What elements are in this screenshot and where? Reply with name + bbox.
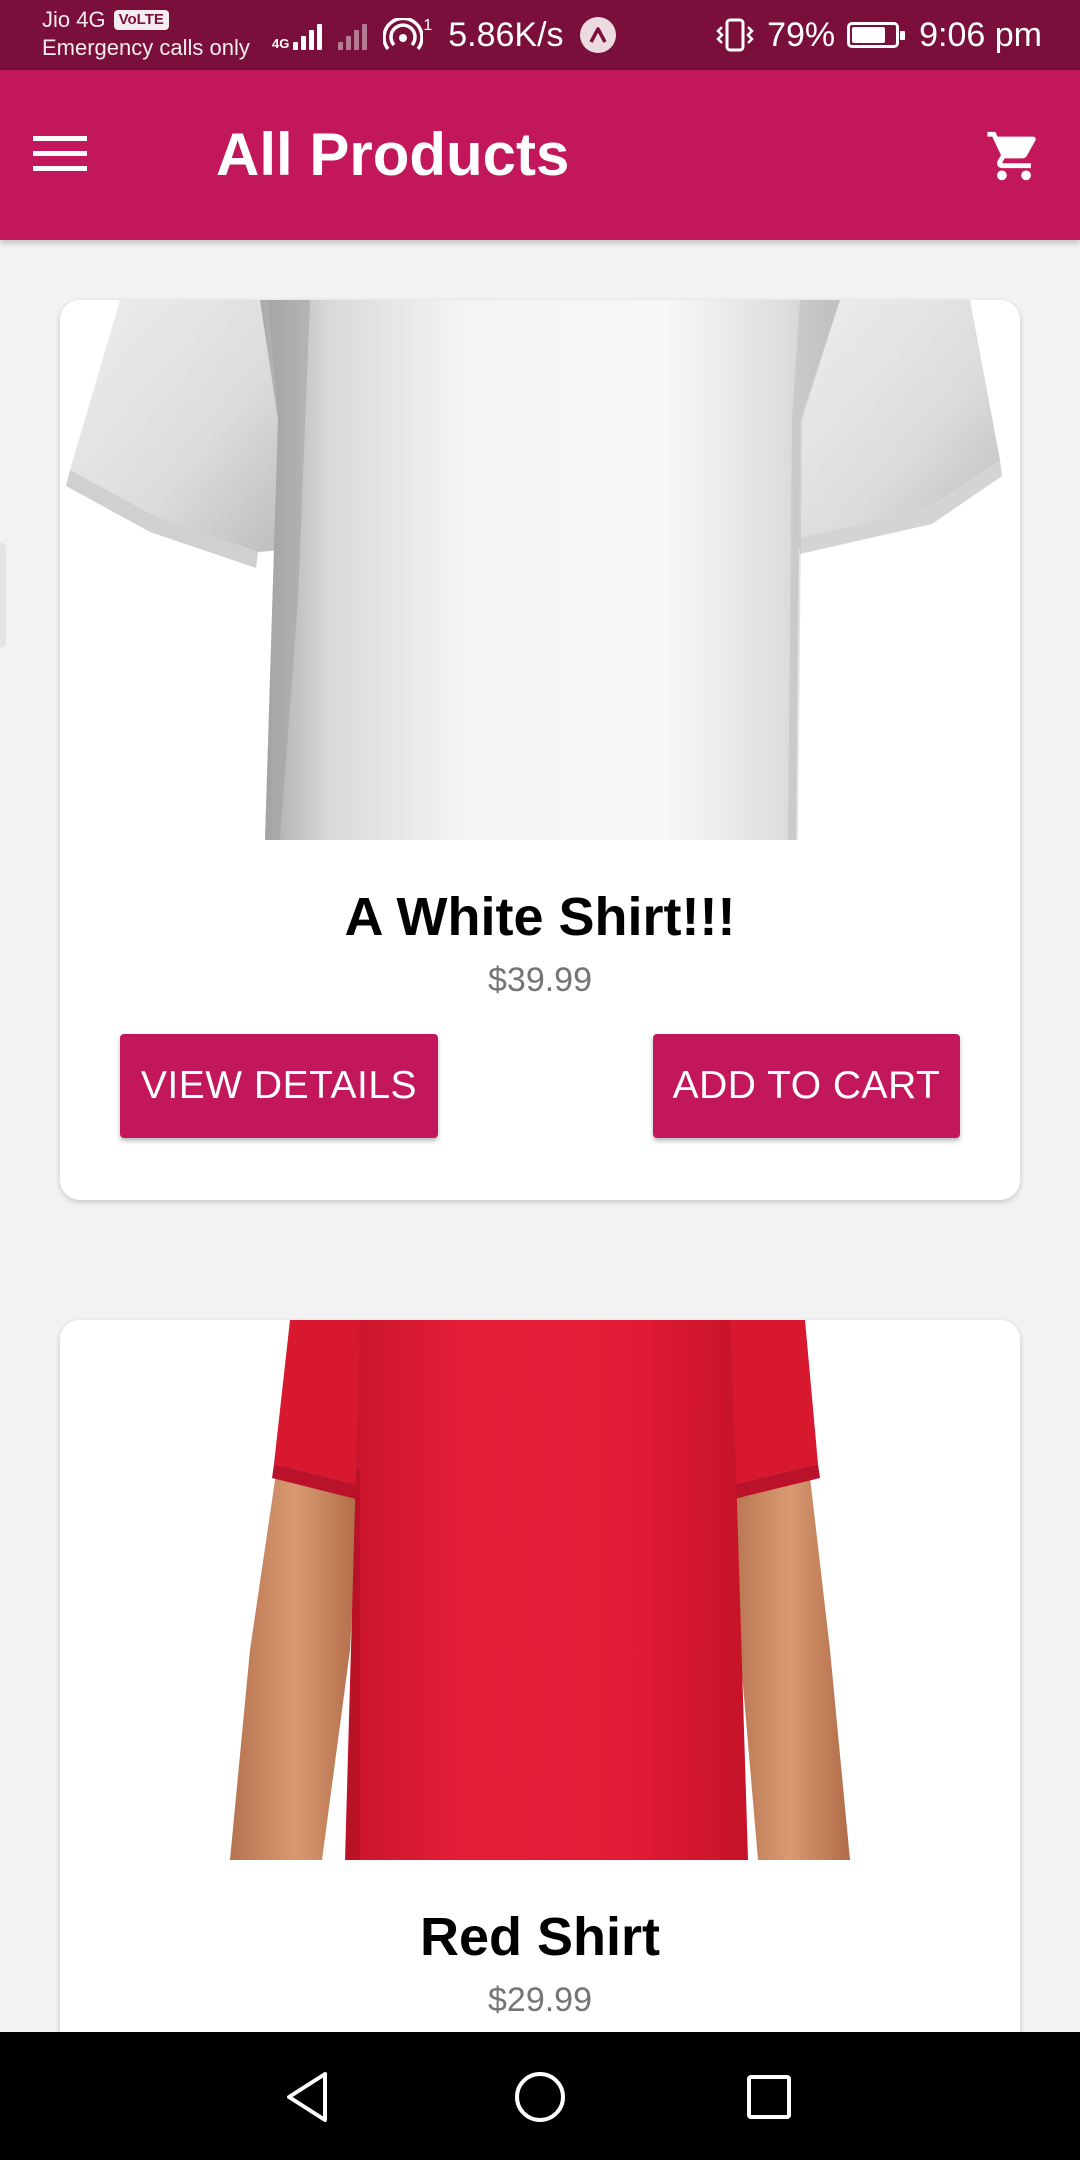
battery-percent: 79% (767, 15, 836, 54)
nav-back-button[interactable] (273, 2062, 343, 2132)
app-bar: All Products (0, 70, 1080, 240)
product-image-red-shirt[interactable] (60, 1320, 1020, 1860)
network-type: 4G (272, 36, 290, 51)
system-nav-bar (0, 2032, 1080, 2160)
volte-badge: VoLTE (113, 10, 169, 30)
menu-button[interactable] (24, 118, 96, 190)
carrier-row: Jio 4G VoLTE (42, 6, 250, 34)
hotspot-count: 1 (423, 17, 433, 34)
signal-no-service-icon (338, 20, 368, 50)
hotspot-icon (383, 18, 424, 51)
home-circle-icon (515, 2072, 565, 2122)
nav-recents-button[interactable] (734, 2062, 804, 2132)
product-price: $39.99 (488, 961, 592, 999)
signal-icon (293, 20, 323, 50)
status-network: 4G 1 5.86K/s (272, 12, 616, 58)
network-speed: 5.86K/s (448, 15, 564, 54)
battery-fill (852, 27, 886, 43)
status-bar: Jio 4G VoLTE Emergency calls only 4G 1 5… (0, 0, 1080, 70)
cart-button[interactable] (976, 118, 1052, 194)
nav-home-button[interactable] (505, 2062, 575, 2132)
side-drawer-handle[interactable] (0, 543, 6, 647)
product-name: A White Shirt!!! (344, 887, 736, 947)
product-price: $29.99 (488, 1981, 592, 2019)
shopping-cart-icon (987, 131, 1036, 181)
clock: 9:06 pm (919, 15, 1042, 54)
battery-icon (847, 22, 906, 48)
hamburger-menu-icon (33, 136, 87, 171)
product-image-white-shirt[interactable] (60, 300, 1020, 840)
status-right: 79% 9:06 pm (715, 12, 1042, 58)
vibrate-icon (716, 18, 754, 52)
product-card: A White Shirt!!! $39.99 VIEW DETAILS ADD… (60, 300, 1020, 1200)
product-actions: VIEW DETAILS ADD TO CART (60, 1000, 1020, 1150)
hotspot: 1 (383, 18, 432, 52)
signal-4g: 4G (272, 20, 323, 51)
page-title: All Products (216, 121, 570, 188)
status-left: Jio 4G VoLTE Emergency calls only (42, 6, 250, 62)
emergency-text: Emergency calls only (42, 35, 250, 60)
view-details-button[interactable]: VIEW DETAILS (120, 1034, 438, 1138)
white-t-shirt-image (60, 300, 1020, 840)
carrier-name: Jio 4G (42, 7, 106, 32)
red-t-shirt-image (60, 1320, 1020, 1860)
add-to-cart-button[interactable]: ADD TO CART (653, 1034, 960, 1138)
product-card: Red Shirt $29.99 (60, 1320, 1020, 2080)
recents-square-icon (747, 2075, 791, 2119)
app-notification-icon (579, 17, 616, 53)
back-triangle-icon (287, 2072, 327, 2122)
product-name: Red Shirt (419, 1907, 661, 1967)
